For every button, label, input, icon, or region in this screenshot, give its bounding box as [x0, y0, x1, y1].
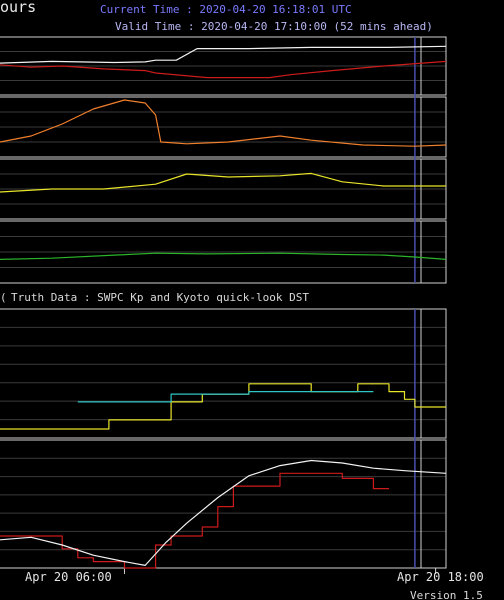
x-tick-label-0600: Apr 20 06:00 — [25, 570, 112, 584]
space-weather-chart: ours Current Time : 2020-04-20 16:18:01 … — [0, 0, 504, 600]
page-title-fragment: ours — [0, 0, 36, 16]
current-time-label: Current Time : 2020-04-20 16:18:01 UTC — [100, 3, 352, 16]
valid-time-label: Valid Time : 2020-04-20 17:10:00 (52 min… — [115, 20, 433, 33]
truth-data-label: Truth Data : SWPC Kp and Kyoto quick-loo… — [11, 291, 309, 304]
x-tick-label-1800: Apr 20 18:00 — [397, 570, 484, 584]
version-label: Version 1.5 — [410, 589, 483, 600]
truth-data-label-prefix: ( — [0, 291, 7, 304]
